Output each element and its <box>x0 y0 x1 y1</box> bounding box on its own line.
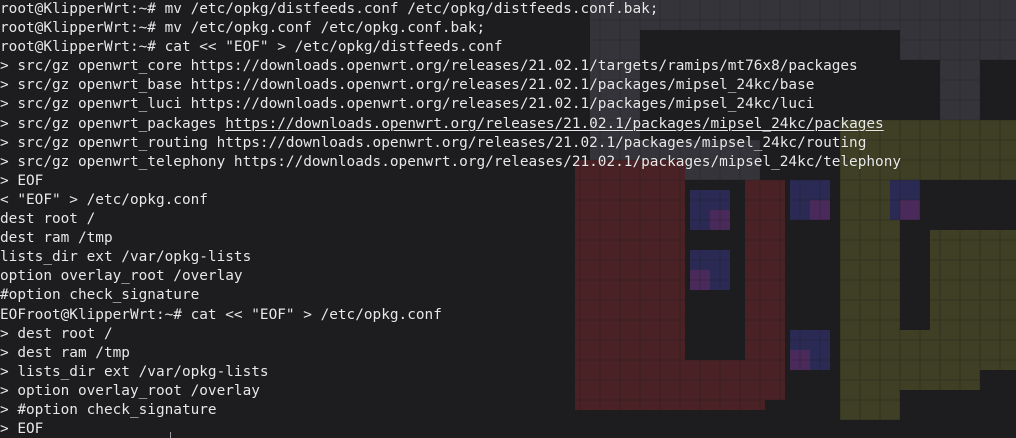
terminal-line: > lists_dir ext /var/opkg-lists <box>0 363 269 380</box>
terminal-output[interactable]: root@KlipperWrt:~# mv /etc/opkg/distfeed… <box>0 0 1016 438</box>
terminal-line: dest ram /tmp <box>0 230 113 247</box>
terminal-url-link[interactable]: https://downloads.openwrt.org/releases/2… <box>225 116 883 132</box>
terminal-line: > src/gz openwrt_luci https://downloads.… <box>0 96 815 113</box>
terminal-line: > src/gz openwrt_telephony https://downl… <box>0 153 902 170</box>
terminal-line: > EOF <box>0 172 44 189</box>
terminal-line: > src/gz openwrt_routing https://downloa… <box>0 134 867 151</box>
terminal-line: > dest root / <box>0 325 113 342</box>
terminal-line: lists_dir ext /var/opkg-lists <box>0 249 252 266</box>
terminal-line: > src/gz openwrt_core https://downloads.… <box>0 58 858 75</box>
terminal-line-prefix: > src/gz openwrt_packages <box>0 115 226 132</box>
terminal-line: > src/gz openwrt_packages https://downlo… <box>0 115 1016 134</box>
terminal-line: root@KlipperWrt:~# mv /etc/opkg/distfeed… <box>0 1 659 17</box>
terminal-line: dest root / <box>0 211 96 228</box>
terminal-line: EOFroot@KlipperWrt:~# cat << "EOF" > /et… <box>0 306 442 323</box>
terminal-line: > src/gz openwrt_base https://downloads.… <box>0 77 815 94</box>
terminal-line: < "EOF" > /etc/opkg.conf <box>0 191 208 208</box>
terminal-line: > dest ram /tmp <box>0 344 130 361</box>
terminal-line: > #option check_signature <box>0 401 217 418</box>
terminal-line: #option check_signature <box>0 287 200 304</box>
terminal-window[interactable]: root@KlipperWrt:~# mv /etc/opkg/distfeed… <box>0 0 1016 438</box>
terminal-line: > EOF <box>0 421 44 438</box>
terminal-line: root@KlipperWrt:~# mv /etc/opkg.conf /et… <box>0 20 486 37</box>
terminal-line: > option overlay_root /overlay <box>0 382 260 399</box>
terminal-line: option overlay_root /overlay <box>0 268 243 285</box>
terminal-line: root@KlipperWrt:~# cat << "EOF" > /etc/o… <box>0 39 503 56</box>
terminal-cursor <box>170 432 171 438</box>
